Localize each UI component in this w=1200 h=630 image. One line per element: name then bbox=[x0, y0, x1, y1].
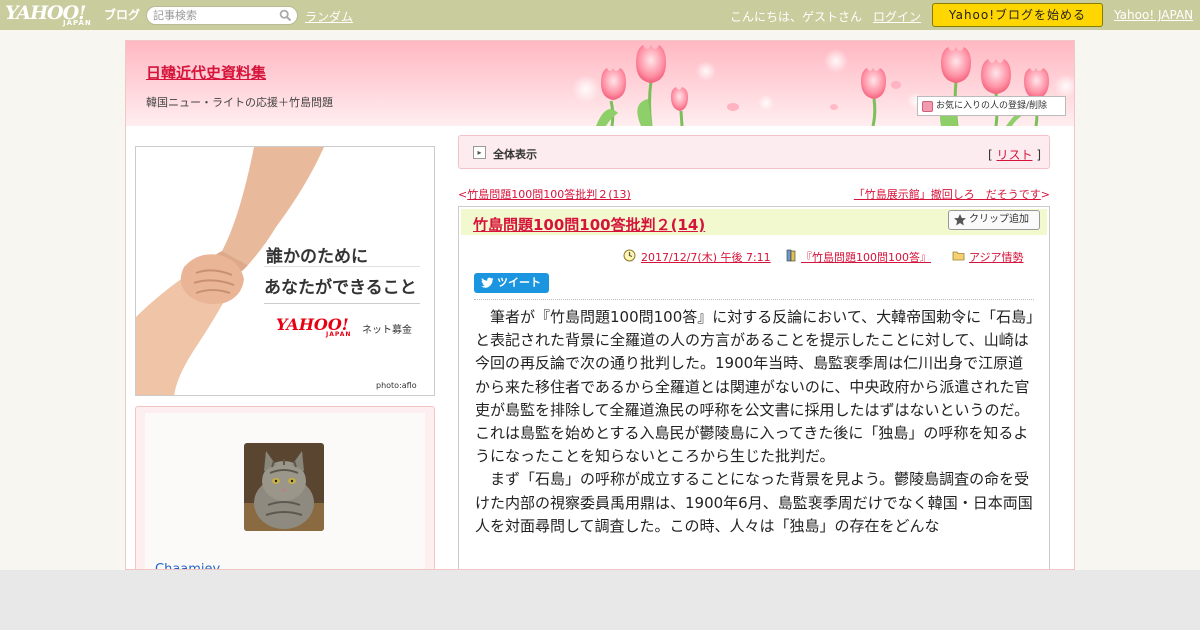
banner-photo-credit: photo:aflo bbox=[376, 381, 417, 390]
arrow-right-icon: ▸ bbox=[473, 146, 486, 159]
next-article-title: 「竹島展示館」撤回しろ だそうです bbox=[853, 188, 1041, 201]
start-blog-button[interactable]: Yahoo!ブログを始める bbox=[932, 3, 1103, 27]
list-bracket-open: [ bbox=[987, 148, 993, 162]
all-view-label[interactable]: 全体表示 bbox=[493, 146, 537, 162]
logo-japan-text: JAPAN bbox=[63, 19, 92, 27]
yahoo-blog-logo[interactable]: YAHOO! JAPAN ブログ bbox=[5, 2, 141, 28]
twitter-bird-icon bbox=[481, 277, 494, 288]
handshake-image bbox=[136, 147, 324, 395]
banner-line2: あなたができること bbox=[264, 278, 417, 298]
search-input[interactable] bbox=[153, 9, 279, 22]
search-icon[interactable] bbox=[279, 9, 292, 22]
random-link[interactable]: ランダム bbox=[305, 8, 353, 25]
prev-marker: < bbox=[458, 188, 468, 201]
favorite-register-label: お気に入りの人の登録/削除 bbox=[936, 101, 1048, 111]
article-date-link[interactable]: 2017/12/7(木) 午後 7:11 bbox=[641, 249, 771, 265]
favorite-register-button[interactable]: お気に入りの人の登録/削除 bbox=[917, 96, 1066, 116]
prev-article-title: 竹島問題100問100答批判２(13) bbox=[467, 188, 631, 201]
article: 竹島問題100問100答批判２(14) クリップ追加 2017/12/7(木) … bbox=[458, 206, 1051, 569]
clip-add-button[interactable]: クリップ追加 bbox=[948, 210, 1040, 230]
article-title-link[interactable]: 竹島問題100問100答批判２(14) bbox=[473, 214, 705, 235]
profile-box: Chaamiey bbox=[135, 406, 435, 569]
tweet-button[interactable]: ツイート bbox=[474, 273, 549, 293]
top-bar: YAHOO! JAPAN ブログ ランダム こんにちは、ゲストさん ログイン Y… bbox=[0, 0, 1200, 30]
star-icon bbox=[954, 214, 966, 226]
avatar[interactable] bbox=[244, 443, 324, 531]
banner-service-name: ネット募金 bbox=[362, 325, 412, 336]
banner-japan-text: JAPAN bbox=[326, 331, 352, 338]
banner-divider bbox=[264, 303, 420, 304]
logo-blog-text: ブログ bbox=[104, 8, 141, 22]
blog-header: 日韓近代史資料集 韓国ニュー・ライトの応援＋竹島問題 お気に入りの人の登録/削除 bbox=[126, 41, 1074, 126]
blog-description: 韓国ニュー・ライトの応援＋竹島問題 bbox=[146, 96, 333, 109]
net-donation-banner[interactable]: 誰かのために あなたができること YAHOO! JAPAN ネット募金 phot… bbox=[135, 146, 435, 396]
article-title-bar: 竹島問題100問100答批判２(14) クリップ追加 bbox=[461, 209, 1047, 235]
favorite-icon bbox=[922, 101, 933, 112]
yahoo-japan-link[interactable]: Yahoo! JAPAN bbox=[1114, 8, 1193, 22]
article-divider bbox=[474, 299, 1034, 300]
blog-container: 日韓近代史資料集 韓国ニュー・ライトの応援＋竹島問題 お気に入りの人の登録/削除… bbox=[125, 40, 1075, 570]
list-link[interactable]: リスト bbox=[996, 148, 1032, 162]
banner-line1: 誰かのために bbox=[266, 247, 368, 267]
all-view-bar: ▸ 全体表示 [ リスト ] bbox=[458, 135, 1050, 169]
article-paragraph: まず「石島」の呼称が成立することになった背景を見よう。鬱陵島調査の命を受けた内部… bbox=[475, 470, 1033, 535]
prev-article-link[interactable]: <竹島問題100問100答批判２(13) bbox=[458, 186, 631, 202]
clip-add-label: クリップ追加 bbox=[969, 214, 1029, 225]
search-box bbox=[146, 6, 298, 25]
book-icon bbox=[786, 249, 796, 262]
next-marker: > bbox=[1040, 188, 1050, 201]
profile-username-link[interactable]: Chaamiey bbox=[155, 562, 220, 569]
next-article-link[interactable]: 「竹島展示館」撤回しろ だそうです> bbox=[854, 186, 1050, 202]
tweet-label: ツイート bbox=[497, 276, 541, 289]
greeting-text: こんにちは、ゲストさん bbox=[730, 10, 863, 24]
bottom-area bbox=[0, 570, 1200, 630]
prev-next-nav: <竹島問題100問100答批判２(13) 「竹島展示館」撤回しろ だそうです> bbox=[458, 186, 1050, 202]
article-category-link[interactable]: アジア情勢 bbox=[969, 249, 1024, 265]
login-link[interactable]: ログイン bbox=[873, 8, 921, 25]
folder-icon bbox=[952, 251, 965, 261]
article-paragraph: 筆者が『竹島問題100問100答』に対する反論において、大韓帝国勅令に「石島」と… bbox=[475, 308, 1034, 466]
article-meta: 2017/12/7(木) 午後 7:11 『竹島問題100問100答』 アジア情… bbox=[459, 247, 1051, 265]
clock-icon bbox=[623, 249, 636, 262]
blog-title-link[interactable]: 日韓近代史資料集 bbox=[146, 62, 266, 83]
list-link-wrapper: [ リスト ] bbox=[988, 146, 1041, 163]
list-bracket-close: ] bbox=[1036, 148, 1041, 162]
article-book-link[interactable]: 『竹島問題100問100答』 bbox=[801, 249, 931, 265]
article-body: 筆者が『竹島問題100問100答』に対する反論において、大韓帝国勅令に「石島」と… bbox=[475, 306, 1037, 538]
profile-inner: Chaamiey bbox=[145, 413, 425, 569]
